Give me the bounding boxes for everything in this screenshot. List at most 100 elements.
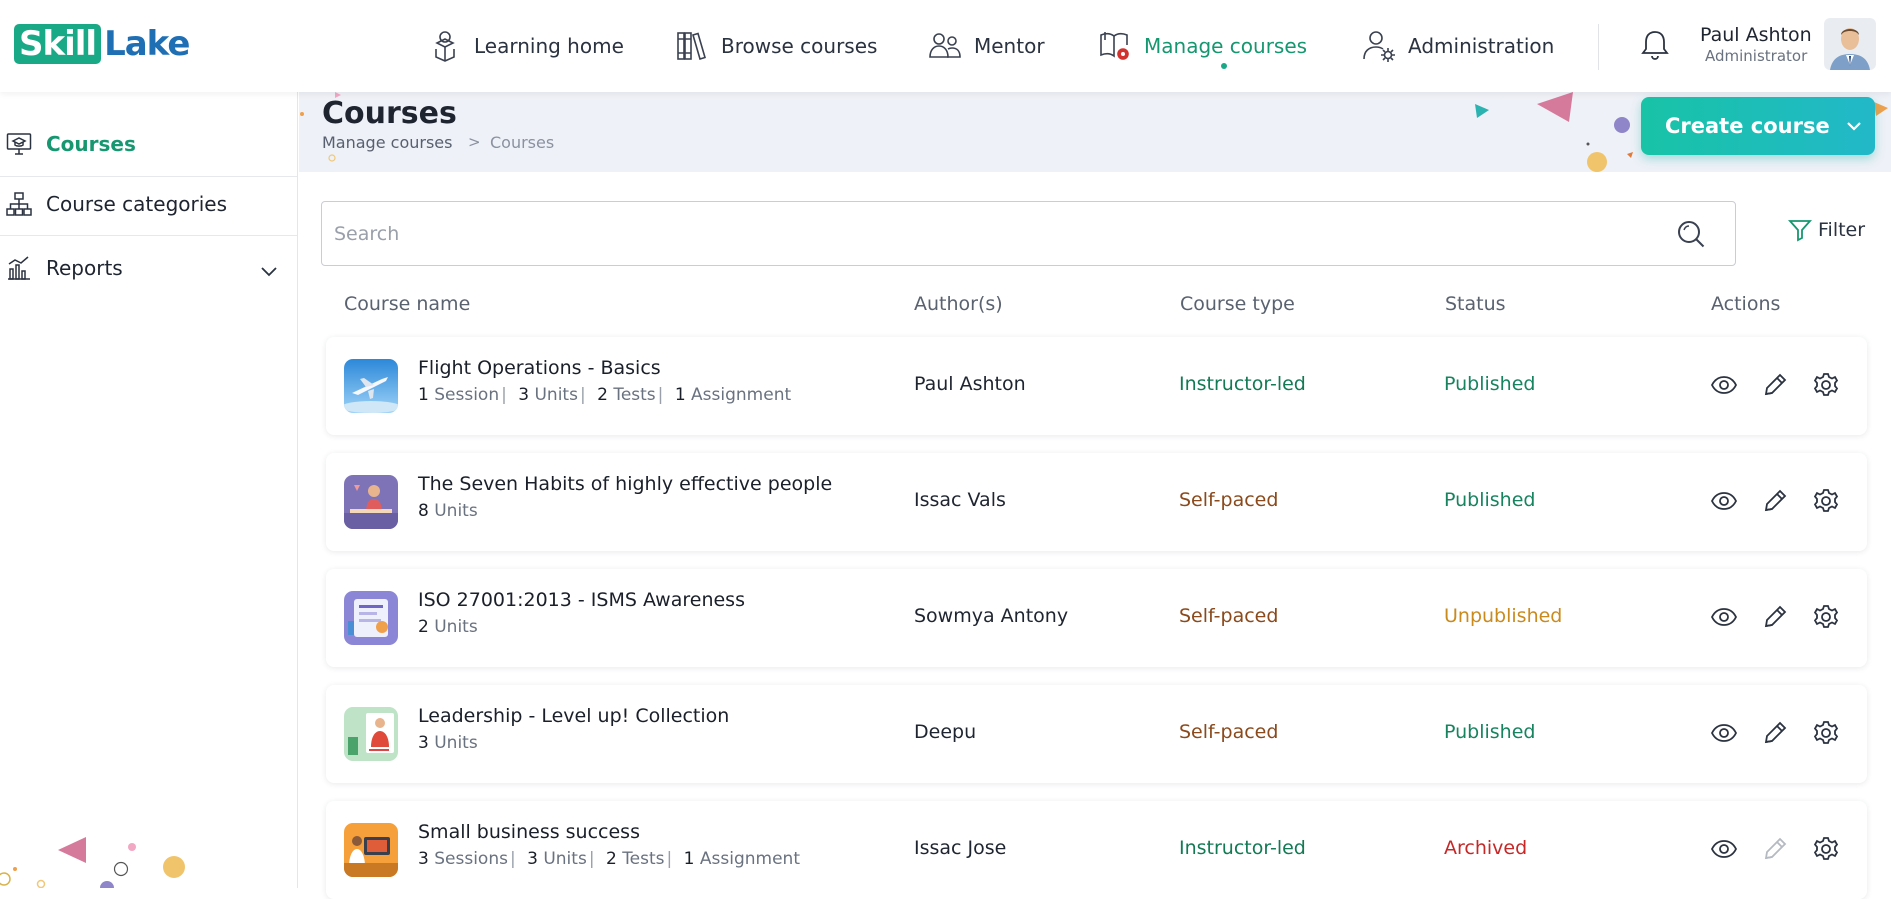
nav-browse-courses[interactable]: Browse courses	[675, 26, 877, 66]
nav-label: Administration	[1408, 34, 1555, 58]
user-name[interactable]: Paul Ashton	[1700, 24, 1812, 46]
filter-label: Filter	[1818, 219, 1866, 241]
search-input[interactable]	[334, 202, 1634, 265]
column-header-course-type: Course type	[1180, 293, 1295, 315]
active-nav-indicator	[1221, 63, 1227, 69]
table-row[interactable]: Leadership - Level up! Collection 3 Unit…	[326, 685, 1867, 783]
pencil-icon[interactable]	[1761, 487, 1789, 515]
sidebar-item-courses[interactable]: Courses	[0, 115, 297, 173]
page-title: Courses	[322, 96, 457, 131]
create-course-button[interactable]: Create course	[1641, 97, 1875, 155]
nav-administration[interactable]: Administration	[1362, 26, 1554, 66]
gear-icon[interactable]	[1812, 719, 1840, 747]
course-author: Paul Ashton	[914, 373, 1026, 395]
sidebar-item-reports[interactable]: Reports	[0, 239, 297, 297]
sidebar-item-course-categories[interactable]: Course categories	[0, 175, 297, 233]
status-label: Archived	[1444, 837, 1528, 859]
eye-icon[interactable]	[1710, 719, 1738, 747]
eye-icon[interactable]	[1710, 603, 1738, 631]
course-type: Instructor-led	[1179, 373, 1306, 395]
decorative-shapes	[0, 837, 185, 886]
nav-label: Browse courses	[721, 34, 878, 58]
course-meta: 1 Session | 3 Units | 2 Tests | 1 Assignmen…	[418, 385, 792, 405]
status-label: Published	[1444, 489, 1536, 511]
bar-chart-icon	[8, 256, 30, 280]
table-row[interactable]: The Seven Habits of highly effective peo…	[326, 453, 1867, 551]
sidebar: Courses Course categories Reports	[0, 92, 298, 888]
hierarchy-icon	[6, 192, 32, 216]
course-type: Self-paced	[1179, 721, 1279, 743]
course-author: Deepu	[914, 721, 977, 743]
sidebar-item-label: Reports	[46, 256, 123, 280]
nav-label: Manage courses	[1144, 34, 1308, 58]
gear-icon[interactable]	[1812, 835, 1840, 863]
course-meta: 3 Sessions | 3 Units | 2 Tests | 1 Assignme…	[418, 849, 800, 869]
status-label: Published	[1444, 373, 1536, 395]
breadcrumb-current: Courses	[490, 133, 555, 152]
course-name[interactable]: Small business success	[418, 821, 640, 843]
student-icon	[435, 31, 455, 62]
top-header: Skill Lake Learning home Browse courses …	[0, 0, 1891, 92]
status-label: Unpublished	[1444, 605, 1563, 627]
monitor-cap-icon	[6, 133, 32, 155]
course-name[interactable]: The Seven Habits of highly effective peo…	[418, 473, 832, 495]
nav-manage-courses[interactable]: Manage courses	[1098, 26, 1307, 66]
column-header-status: Status	[1445, 293, 1506, 315]
sidebar-divider	[0, 235, 297, 236]
mentor-icon	[929, 33, 961, 58]
column-header-actions: Actions	[1711, 293, 1781, 315]
eye-icon[interactable]	[1710, 371, 1738, 399]
pencil-icon[interactable]	[1761, 371, 1789, 399]
course-author: Issac Vals	[914, 489, 1006, 511]
create-course-label: Create course	[1665, 114, 1830, 138]
pencil-icon-disabled	[1764, 837, 1787, 860]
column-header-authors: Author(s)	[914, 293, 1003, 315]
course-meta: 8 Units	[418, 501, 478, 521]
breadcrumb-separator: >	[468, 133, 481, 151]
course-name[interactable]: Leadership - Level up! Collection	[418, 705, 729, 727]
logo-part-skill: Skill	[14, 24, 102, 64]
gear-icon[interactable]	[1812, 603, 1840, 631]
course-thumbnail-security-board	[344, 591, 398, 645]
user-role: Administrator	[1705, 47, 1808, 65]
filter-button[interactable]: Filter	[1788, 218, 1865, 242]
course-meta: 2 Units	[418, 617, 478, 637]
course-type: Instructor-led	[1179, 837, 1306, 859]
nav-mentor[interactable]: Mentor	[928, 26, 1045, 66]
chevron-down-icon	[1846, 122, 1861, 131]
avatar[interactable]	[1824, 18, 1876, 70]
nav-label: Learning home	[474, 34, 624, 58]
skilllake-logo[interactable]: Skill Lake	[14, 24, 190, 64]
bell-icon[interactable]	[1639, 28, 1671, 62]
sidebar-item-label: Course categories	[46, 192, 228, 216]
course-meta: 3 Units	[418, 733, 478, 753]
pencil-icon[interactable]	[1761, 603, 1789, 631]
search-icon[interactable]	[1676, 219, 1706, 249]
course-name[interactable]: Flight Operations - Basics	[418, 357, 661, 379]
course-author: Issac Jose	[914, 837, 1007, 859]
eye-icon[interactable]	[1710, 835, 1738, 863]
course-name[interactable]: ISO 27001:2013 - ISMS Awareness	[418, 589, 745, 611]
table-row[interactable]: Small business success 3 Sessions | 3 Uni…	[326, 801, 1867, 899]
sidebar-item-label: Courses	[46, 132, 136, 156]
chevron-down-icon[interactable]	[258, 260, 280, 282]
gear-icon[interactable]	[1812, 371, 1840, 399]
funnel-icon	[1788, 220, 1812, 242]
gear-icon[interactable]	[1812, 487, 1840, 515]
breadcrumb-manage-courses[interactable]: Manage courses	[322, 133, 452, 152]
course-type: Self-paced	[1179, 605, 1279, 627]
nav-learning-home[interactable]: Learning home	[428, 26, 624, 66]
header-divider	[1598, 24, 1599, 70]
logo-part-lake: Lake	[104, 24, 190, 64]
search-box	[321, 201, 1736, 266]
course-thumbnail-business	[344, 823, 398, 877]
course-thumbnail-leader	[344, 707, 398, 761]
nav-label: Mentor	[974, 34, 1045, 58]
eye-icon[interactable]	[1710, 487, 1738, 515]
course-thumbnail-person-desk	[344, 475, 398, 529]
books-icon	[677, 32, 706, 60]
table-row[interactable]: ISO 27001:2013 - ISMS Awareness 2 Units …	[326, 569, 1867, 667]
table-row[interactable]: Flight Operations - Basics 1 Session | 3 …	[326, 337, 1867, 435]
admin-user-icon	[1363, 31, 1395, 62]
pencil-icon[interactable]	[1761, 719, 1789, 747]
